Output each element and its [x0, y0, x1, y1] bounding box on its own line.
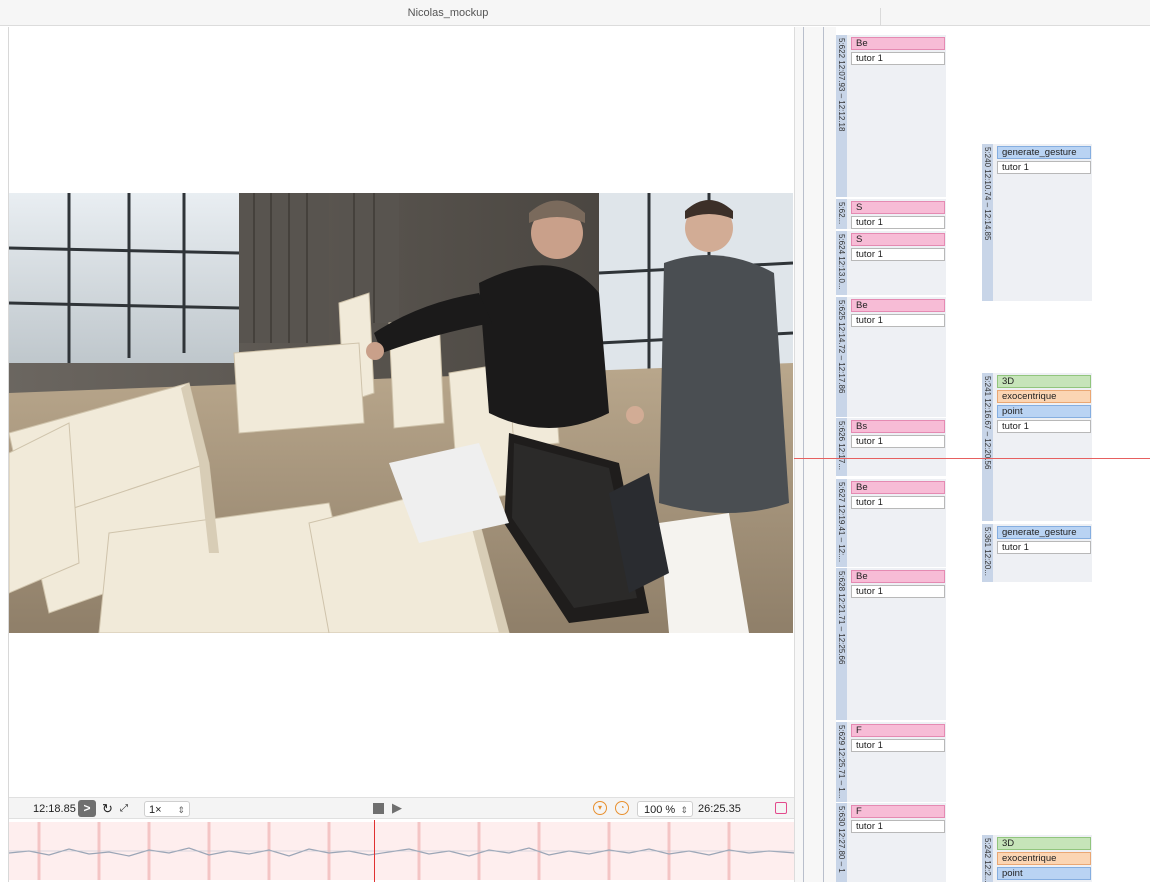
next-icon[interactable]: >: [78, 800, 96, 817]
annotation-time: 5:622 12:07.93 – 12:12.18: [837, 38, 846, 132]
zoom-select[interactable]: 100 % ⇕: [637, 801, 693, 817]
sidebar-toggle-icon[interactable]: [775, 802, 787, 814]
audio-waveform[interactable]: [9, 820, 795, 882]
window-title: Nicolas_mockup: [407, 7, 489, 19]
annotation-tag[interactable]: tutor 1: [851, 820, 945, 833]
annotation-block[interactable]: 5:62... S tutor 1: [836, 199, 946, 229]
annotation-tag[interactable]: tutor 1: [851, 585, 945, 598]
annotation-tag[interactable]: generate_gesture: [997, 526, 1091, 539]
track-line: [823, 27, 824, 882]
annotation-tag[interactable]: 3D: [997, 837, 1091, 850]
annotation-time: 5:630 12:27.80 – 1: [837, 806, 846, 873]
annotation-tag[interactable]: Be: [851, 37, 945, 50]
annotation-tag[interactable]: S: [851, 233, 945, 246]
annotation-time: 5:361 12:20...: [983, 527, 992, 576]
player-controls: 12:18.85 > ↻ ⤢ 1× ⇕ ▶ ▾ ◔ 100 % ⇕ 26:25.…: [9, 797, 795, 819]
zoom-value: 100 %: [644, 804, 676, 816]
marker-icon[interactable]: ▾: [593, 801, 607, 815]
window-titlebar: Nicolas_mockup: [0, 0, 1150, 26]
select-arrows-icon: ⇕: [680, 805, 688, 815]
annotation-time: 5:625 12:14.72 – 12:17.86: [837, 300, 846, 394]
clock-icon[interactable]: ◔: [615, 801, 629, 815]
timeline-divider: [794, 27, 836, 882]
annotation-tag[interactable]: Be: [851, 481, 945, 494]
annotation-block[interactable]: 5:628 12:21.71 – 12:25.66 Be tutor 1: [836, 568, 946, 720]
annotation-block[interactable]: 5:361 12:20... generate_gesture tutor 1: [982, 524, 1092, 582]
annotation-block[interactable]: 5:630 12:27.80 – 1 F tutor 1: [836, 803, 946, 882]
stop-icon[interactable]: [373, 803, 384, 814]
fullscreen-icon[interactable]: ⤢: [120, 801, 128, 817]
annotation-tag[interactable]: exocentrique: [997, 852, 1091, 865]
select-arrows-icon: ⇕: [177, 805, 185, 815]
annotation-tag[interactable]: 3D: [997, 375, 1091, 388]
annotation-time: 5:628 12:21.71 – 12:25.66: [837, 571, 846, 665]
annotation-tag[interactable]: exocentrique: [997, 390, 1091, 403]
annotation-tag[interactable]: tutor 1: [851, 216, 945, 229]
annotation-tag[interactable]: F: [851, 724, 945, 737]
annotation-tag[interactable]: point: [997, 405, 1091, 418]
annotation-block[interactable]: 5:242 12:2... 3D exocentrique point: [982, 835, 1092, 882]
annotation-block[interactable]: 5:240 12:10.74 – 12:14.85 generate_gestu…: [982, 144, 1092, 301]
annotation-tag[interactable]: tutor 1: [851, 496, 945, 509]
waveform-playhead: [374, 820, 375, 882]
annotation-tag[interactable]: point: [997, 867, 1091, 880]
annotation-time: 5:241 12:16.67 – 12:20.56: [983, 376, 992, 470]
annotation-tag[interactable]: generate_gesture: [997, 146, 1091, 159]
video-frame[interactable]: [9, 193, 793, 633]
timeline-playhead: [794, 458, 1150, 459]
annotation-block[interactable]: 5:627 12:19.41 – 12:... Be tutor 1: [836, 479, 946, 567]
annotation-tag[interactable]: Bs: [851, 420, 945, 433]
annotation-tag[interactable]: tutor 1: [851, 314, 945, 327]
annotation-block[interactable]: 5:629 12:25.71 – 1... F tutor 1: [836, 722, 946, 802]
titlebar-separator: [880, 8, 881, 26]
annotation-tag[interactable]: tutor 1: [997, 420, 1091, 433]
annotation-tag[interactable]: F: [851, 805, 945, 818]
annotation-time: 5:624 12:13.0...: [837, 234, 846, 290]
annotation-block[interactable]: 5:625 12:14.72 – 12:17.86 Be tutor 1: [836, 297, 946, 417]
video-pane: 12:18.85 > ↻ ⤢ 1× ⇕ ▶ ▾ ◔ 100 % ⇕ 26:25.…: [8, 27, 795, 882]
annotation-time: 5:242 12:2...: [983, 838, 992, 882]
annotation-time: 5:240 12:10.74 – 12:14.85: [983, 147, 992, 241]
annotation-tag[interactable]: tutor 1: [851, 52, 945, 65]
rate-select[interactable]: 1× ⇕: [144, 801, 190, 817]
track-line: [803, 27, 804, 882]
annotation-tag[interactable]: tutor 1: [997, 541, 1091, 554]
waveform-graphic: [9, 822, 795, 880]
annotation-tag[interactable]: tutor 1: [997, 161, 1091, 174]
annotation-tag[interactable]: S: [851, 201, 945, 214]
annotation-tag[interactable]: Be: [851, 299, 945, 312]
rate-value: 1×: [149, 804, 162, 816]
annotation-time: 5:627 12:19.41 – 12:...: [837, 482, 846, 563]
video-scene: [9, 193, 793, 633]
annotation-tag[interactable]: Be: [851, 570, 945, 583]
annotation-time: 5:629 12:25.71 – 1...: [837, 725, 846, 799]
annotation-tag[interactable]: tutor 1: [851, 435, 945, 448]
play-icon[interactable]: ▶: [392, 800, 402, 816]
annotation-timeline: 5:622 12:07.93 – 12:12.18 Be tutor 1 5:6…: [836, 27, 1150, 882]
annotation-block[interactable]: 5:622 12:07.93 – 12:12.18 Be tutor 1: [836, 35, 946, 197]
loop-icon[interactable]: ↻: [102, 801, 113, 817]
annotation-time: 5:626 12:17...: [837, 421, 846, 470]
annotation-time: 5:62...: [837, 202, 846, 225]
annotation-block[interactable]: 5:624 12:13.0... S tutor 1: [836, 231, 946, 295]
current-time: 12:18.85: [33, 803, 76, 815]
annotation-tag[interactable]: tutor 1: [851, 739, 945, 752]
annotation-block[interactable]: 5:626 12:17... Bs tutor 1: [836, 418, 946, 476]
annotation-tag[interactable]: tutor 1: [851, 248, 945, 261]
annotation-block[interactable]: 5:241 12:16.67 – 12:20.56 3D exocentriqu…: [982, 373, 1092, 521]
duration: 26:25.35: [698, 803, 741, 815]
